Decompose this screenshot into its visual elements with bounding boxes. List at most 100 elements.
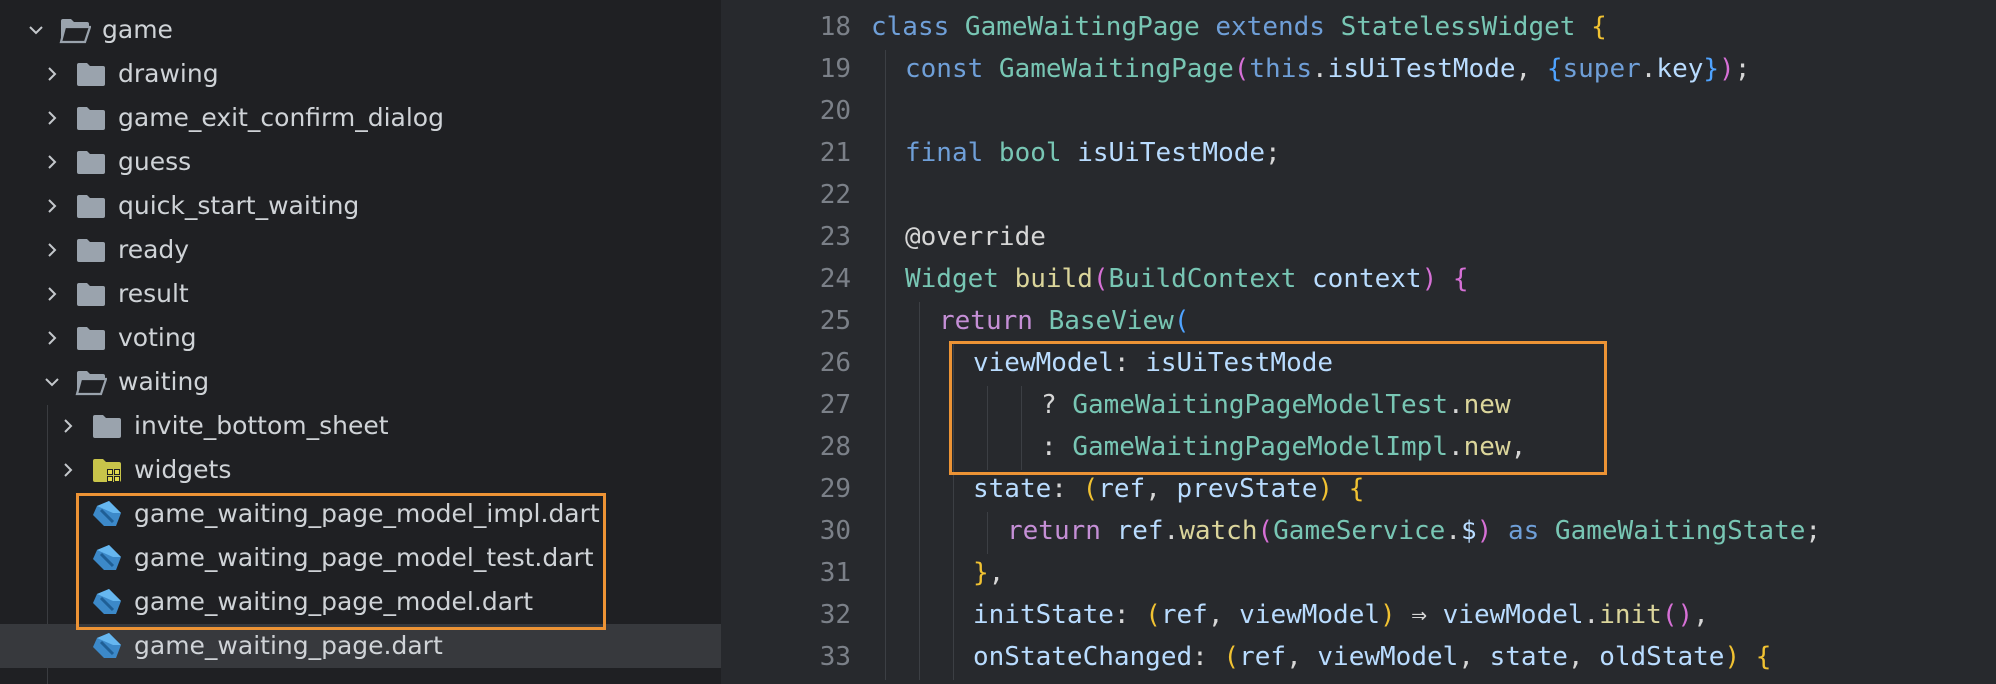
line-number: 28 <box>819 432 851 462</box>
line-number: 25 <box>819 306 851 336</box>
tree-item-label: ready <box>118 235 190 264</box>
folder-icon <box>75 192 107 220</box>
tree-folder-item[interactable]: ready <box>0 228 721 272</box>
code-line[interactable]: const GameWaitingPage(this.isUiTestMode,… <box>905 54 1750 84</box>
code-token: ; <box>1734 54 1751 84</box>
code-line[interactable]: final bool isUiTestMode; <box>905 138 1281 168</box>
chevron-right-icon[interactable] <box>43 109 61 127</box>
tree-item-label: widgets <box>134 455 232 484</box>
code-token: , <box>1515 54 1547 84</box>
code-token: viewModel <box>1442 600 1584 630</box>
code-token: isUiTestMode <box>1327 54 1516 84</box>
chevron-right-icon[interactable] <box>43 197 61 215</box>
code-line[interactable]: @override <box>905 222 1046 252</box>
code-token: return <box>1007 516 1117 546</box>
tree-folder-item[interactable]: quick_start_waiting <box>0 184 721 228</box>
tree-folder-item[interactable]: invite_bottom_sheet <box>0 404 721 448</box>
indent-guide <box>919 512 920 554</box>
code-token: { <box>1546 54 1563 84</box>
code-token: initState <box>973 600 1114 630</box>
code-token: this <box>1249 54 1313 84</box>
tree-item-label: game <box>102 15 173 44</box>
code-line[interactable]: return ref.watch(GameService.$) as GameW… <box>1007 516 1821 546</box>
tree-folder-item[interactable]: widgets <box>0 448 721 492</box>
code-token: ⇒ <box>1395 600 1443 630</box>
indent-guide <box>953 638 954 680</box>
code-token: ) <box>1421 264 1438 294</box>
code-line[interactable]: state: (ref, prevState) { <box>973 474 1364 504</box>
folder-open-icon <box>59 16 91 44</box>
code-token: watch <box>1179 516 1258 546</box>
code-token: ; <box>1805 516 1822 546</box>
code-token: , <box>1567 642 1600 672</box>
code-token: ref <box>1160 600 1208 630</box>
code-token: context <box>1312 264 1422 294</box>
chevron-right-icon[interactable] <box>43 65 61 83</box>
code-token: ( <box>1082 474 1099 504</box>
code-token: viewModel <box>1239 600 1381 630</box>
code-line[interactable]: class GameWaitingPage extends StatelessW… <box>871 12 1607 42</box>
code-line[interactable]: Widget build(BuildContext context) { <box>905 264 1469 294</box>
tree-item-label: game_exit_confirm_dialog <box>118 103 444 132</box>
tree-item-label: drawing <box>118 59 219 88</box>
code-token: bool <box>998 138 1078 168</box>
tree-folder-item[interactable]: result <box>0 272 721 316</box>
code-token: { <box>1452 264 1469 294</box>
code-line[interactable]: onStateChanged: (ref, viewModel, state, … <box>973 642 1771 672</box>
indent-guide <box>885 554 886 596</box>
code-token: isUiTestMode <box>1077 138 1266 168</box>
tree-item-label: invite_bottom_sheet <box>134 411 389 440</box>
tree-item-label: guess <box>118 147 192 176</box>
tree-item-label: result <box>118 279 189 308</box>
tree-folder-item[interactable]: game_exit_confirm_dialog <box>0 96 721 140</box>
code-line[interactable]: return BaseView( <box>939 306 1189 336</box>
code-token: } <box>1703 54 1720 84</box>
tree-folder-item[interactable]: drawing <box>0 52 721 96</box>
indent-guide <box>885 428 886 470</box>
folder-icon <box>75 324 107 352</box>
chevron-right-icon[interactable] <box>43 285 61 303</box>
tree-folder-item[interactable]: voting <box>0 316 721 360</box>
code-token: GameWaitingPage <box>998 54 1234 84</box>
folder-icon <box>75 104 107 132</box>
widgets-folder-icon <box>91 456 123 484</box>
tree-folder-item[interactable]: game <box>0 8 721 52</box>
tree-folder-item[interactable]: guess <box>0 140 721 184</box>
chevron-right-icon[interactable] <box>59 417 77 435</box>
indent-guide <box>885 638 886 680</box>
code-token: $ <box>1460 516 1477 546</box>
indent-guide <box>953 512 954 554</box>
folder-open-icon <box>75 368 107 396</box>
tree-file-item[interactable]: game_waiting_page.dart <box>0 624 721 668</box>
indent-guide <box>885 470 886 512</box>
tree-folder-item[interactable]: waiting <box>0 360 721 404</box>
chevron-right-icon[interactable] <box>43 329 61 347</box>
code-token: , <box>1207 600 1240 630</box>
code-token: } <box>973 558 989 588</box>
chevron-right-icon[interactable] <box>59 461 77 479</box>
code-line[interactable]: }, <box>973 558 1004 588</box>
chevron-down-icon[interactable] <box>43 373 61 391</box>
chevron-right-icon[interactable] <box>43 153 61 171</box>
chevron-right-icon[interactable] <box>43 241 61 259</box>
code-line[interactable]: initState: (ref, viewModel) ⇒ viewModel.… <box>973 600 1709 630</box>
code-token: as <box>1492 516 1555 546</box>
indent-guide <box>953 554 954 596</box>
indent-guide <box>885 596 886 638</box>
line-number: 32 <box>819 600 851 630</box>
code-token: onStateChanged <box>973 642 1193 672</box>
code-token: , <box>988 558 1005 588</box>
code-token: init <box>1599 600 1662 630</box>
indent-guide <box>919 344 920 386</box>
tree-item-label: game_waiting_page.dart <box>134 631 443 660</box>
code-token: , <box>1145 474 1177 504</box>
code-token: , <box>1693 600 1709 630</box>
code-token: final <box>905 138 999 168</box>
code-token: Widget <box>905 264 1015 294</box>
line-number: 31 <box>819 558 851 588</box>
code-token: . <box>1445 516 1461 546</box>
chevron-down-icon[interactable] <box>27 21 45 39</box>
code-token: ) <box>1719 54 1735 84</box>
